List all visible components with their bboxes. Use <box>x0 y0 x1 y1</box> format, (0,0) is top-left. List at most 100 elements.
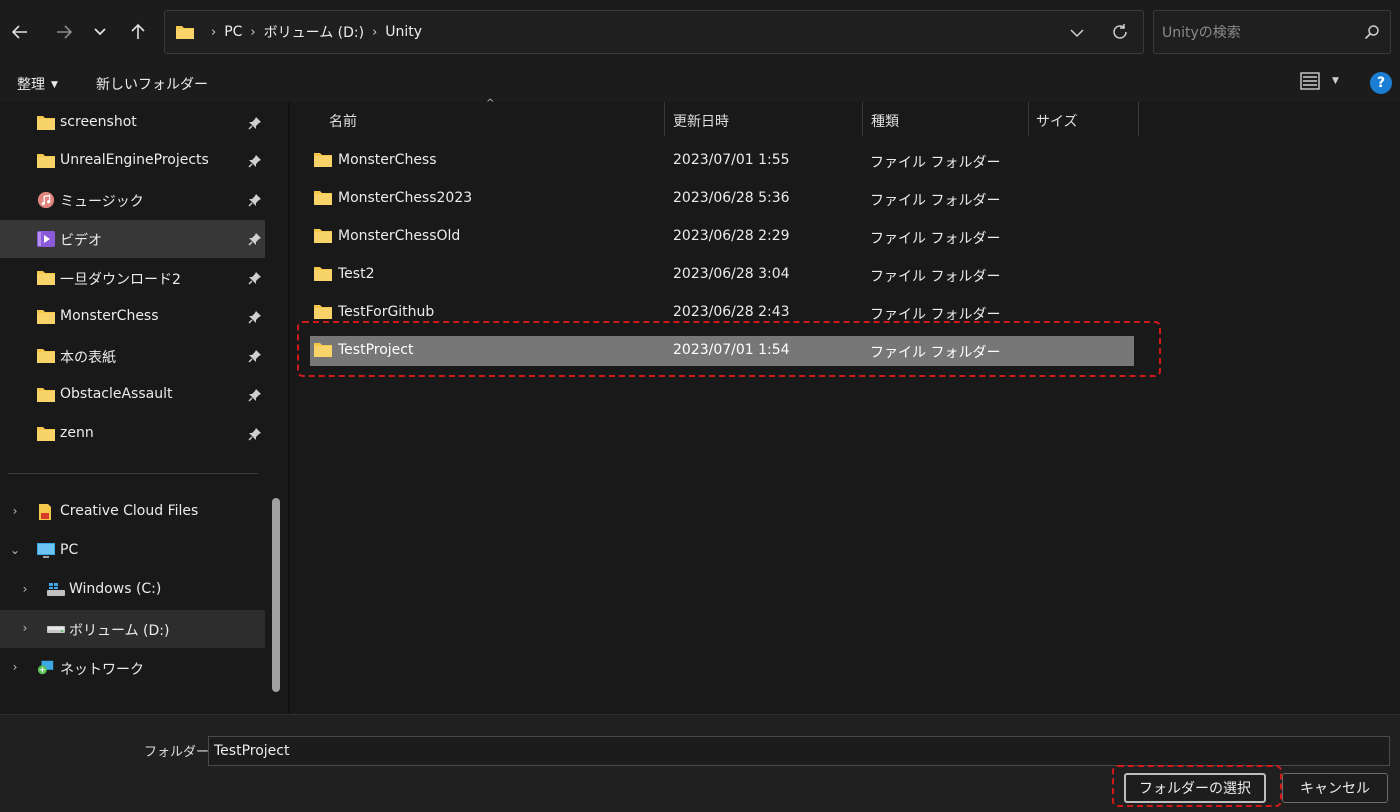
pin-icon[interactable] <box>248 310 262 324</box>
sidebar-item-screenshot[interactable]: screenshot <box>0 104 265 142</box>
sidebar-item-volume-d[interactable]: › ボリューム (D:) <box>0 610 265 648</box>
file-modified: 2023/07/01 1:55 <box>673 152 790 168</box>
folder-icon <box>37 116 55 130</box>
table-row[interactable]: MonsterChess2023 2023/06/28 5:36 ファイル フォ… <box>310 184 1134 214</box>
sidebar-item-network[interactable]: › ネットワーク <box>0 649 265 687</box>
folder-icon <box>37 349 55 363</box>
arrow-right-icon <box>57 25 73 39</box>
address-history-button[interactable] <box>1067 23 1087 43</box>
folder-icon <box>314 229 332 243</box>
file-modified: 2023/06/28 2:29 <box>673 228 790 244</box>
sidebar-item-video[interactable]: ビデオ <box>0 220 265 258</box>
table-row[interactable]: MonsterChessOld 2023/06/28 2:29 ファイル フォル… <box>310 222 1134 252</box>
folder-name-input[interactable] <box>208 736 1390 766</box>
sidebar-divider <box>8 473 258 474</box>
refresh-button[interactable] <box>1109 21 1131 43</box>
column-divider[interactable] <box>664 102 665 136</box>
help-button[interactable]: ? <box>1370 72 1392 94</box>
sidebar-item-label: ネットワーク <box>60 662 144 678</box>
sidebar-item-label: Creative Cloud Files <box>60 503 199 519</box>
column-divider[interactable] <box>1138 102 1139 136</box>
table-row[interactable]: Test2 2023/06/28 3:04 ファイル フォルダー <box>310 260 1134 290</box>
caret-down-icon: ▼ <box>1332 76 1339 86</box>
network-icon <box>37 660 54 675</box>
organize-menu[interactable]: 整理 ▼ <box>17 74 58 94</box>
up-button[interactable] <box>124 18 152 46</box>
chevron-right-icon[interactable]: › <box>9 504 21 518</box>
chevron-right-icon[interactable]: › <box>19 582 31 596</box>
folder-icon <box>314 153 332 167</box>
breadcrumb-volume-d[interactable]: ボリューム (D:) <box>264 22 364 42</box>
sidebar-item-label: UnrealEngineProjects <box>60 152 209 168</box>
folder-icon <box>37 310 55 324</box>
sidebar-item-label: screenshot <box>60 114 137 130</box>
pin-icon[interactable] <box>248 116 262 130</box>
search-box[interactable] <box>1153 10 1391 54</box>
column-divider[interactable] <box>1028 102 1029 136</box>
sidebar-item-label: 一旦ダウンロード2 <box>60 272 181 288</box>
sidebar-item-label: ObstacleAssault <box>60 386 173 402</box>
file-type: ファイル フォルダー <box>870 193 1001 209</box>
drive-icon <box>47 626 65 633</box>
sidebar-item-pc[interactable]: ⌄ PC <box>0 532 265 570</box>
search-icon[interactable] <box>1364 24 1380 44</box>
table-row[interactable]: MonsterChess 2023/07/01 1:55 ファイル フォルダー <box>310 146 1134 176</box>
creative-cloud-icon <box>39 504 51 520</box>
pin-icon[interactable] <box>248 154 262 168</box>
search-input[interactable] <box>1162 22 1352 44</box>
sidebar-item-label: zenn <box>60 425 94 441</box>
file-name: Test2 <box>338 266 375 282</box>
arrow-up-icon <box>131 23 145 39</box>
arrow-left-icon <box>11 25 27 39</box>
folder-icon <box>37 271 55 285</box>
pin-icon[interactable] <box>248 232 262 246</box>
column-header-type[interactable]: 種類 <box>871 111 899 131</box>
video-icon <box>37 231 55 247</box>
sidebar-item-book-covers[interactable]: 本の表紙 <box>0 337 265 375</box>
organize-label: 整理 <box>17 77 45 93</box>
forward-button[interactable] <box>50 18 78 46</box>
address-bar[interactable]: › PC › ボリューム (D:) › Unity <box>164 10 1144 54</box>
chevron-down-icon[interactable]: ⌄ <box>9 543 21 557</box>
folder-icon <box>37 427 55 441</box>
breadcrumb-unity[interactable]: Unity <box>385 24 422 40</box>
back-button[interactable] <box>6 18 34 46</box>
file-type: ファイル フォルダー <box>870 269 1001 285</box>
sidebar-item-creative-cloud[interactable]: › Creative Cloud Files <box>0 493 265 531</box>
column-headers: ^ 名前 更新日時 種類 サイズ <box>290 98 1400 136</box>
sidebar-item-unrealengineprojects[interactable]: UnrealEngineProjects <box>0 142 265 180</box>
pin-icon[interactable] <box>248 427 262 441</box>
chevron-right-icon[interactable]: › <box>9 660 21 674</box>
sidebar-item-monsterchess[interactable]: MonsterChess <box>0 298 265 336</box>
sidebar-scrollbar[interactable] <box>272 498 280 692</box>
sidebar-item-obstacleassault[interactable]: ObstacleAssault <box>0 376 265 414</box>
sidebar-item-zenn[interactable]: zenn <box>0 415 265 453</box>
view-options-button[interactable]: ▼ <box>1300 72 1339 90</box>
sidebar-item-label: PC <box>60 542 79 558</box>
sidebar-item-label: ミュージック <box>60 194 144 210</box>
column-divider[interactable] <box>862 102 863 136</box>
windows-drive-icon <box>47 583 65 596</box>
pin-icon[interactable] <box>248 271 262 285</box>
pin-icon[interactable] <box>248 388 262 402</box>
folder-icon <box>175 24 195 44</box>
column-header-modified[interactable]: 更新日時 <box>673 111 729 131</box>
chevron-right-icon[interactable]: › <box>19 621 31 635</box>
recent-locations-button[interactable] <box>86 18 114 46</box>
pin-icon[interactable] <box>248 349 262 363</box>
pin-icon[interactable] <box>248 193 262 207</box>
sidebar-item-download2[interactable]: 一旦ダウンロード2 <box>0 259 265 297</box>
dialog-footer: フォルダー: フォルダーの選択 キャンセル <box>0 714 1400 812</box>
new-folder-button[interactable]: 新しいフォルダー <box>96 74 208 94</box>
breadcrumb-separator: › <box>211 24 217 40</box>
sidebar-item-music[interactable]: ミュージック <box>0 181 265 219</box>
breadcrumb-pc[interactable]: PC <box>224 24 242 40</box>
refresh-icon <box>1113 24 1127 39</box>
column-header-size[interactable]: サイズ <box>1036 111 1078 131</box>
sidebar-item-label: MonsterChess <box>60 308 159 324</box>
sidebar-item-windows-c[interactable]: › Windows (C:) <box>0 571 265 609</box>
column-header-name[interactable]: 名前 <box>329 111 357 131</box>
cancel-button[interactable]: キャンセル <box>1282 773 1388 803</box>
folder-icon <box>37 388 55 402</box>
folder-icon <box>314 267 332 281</box>
